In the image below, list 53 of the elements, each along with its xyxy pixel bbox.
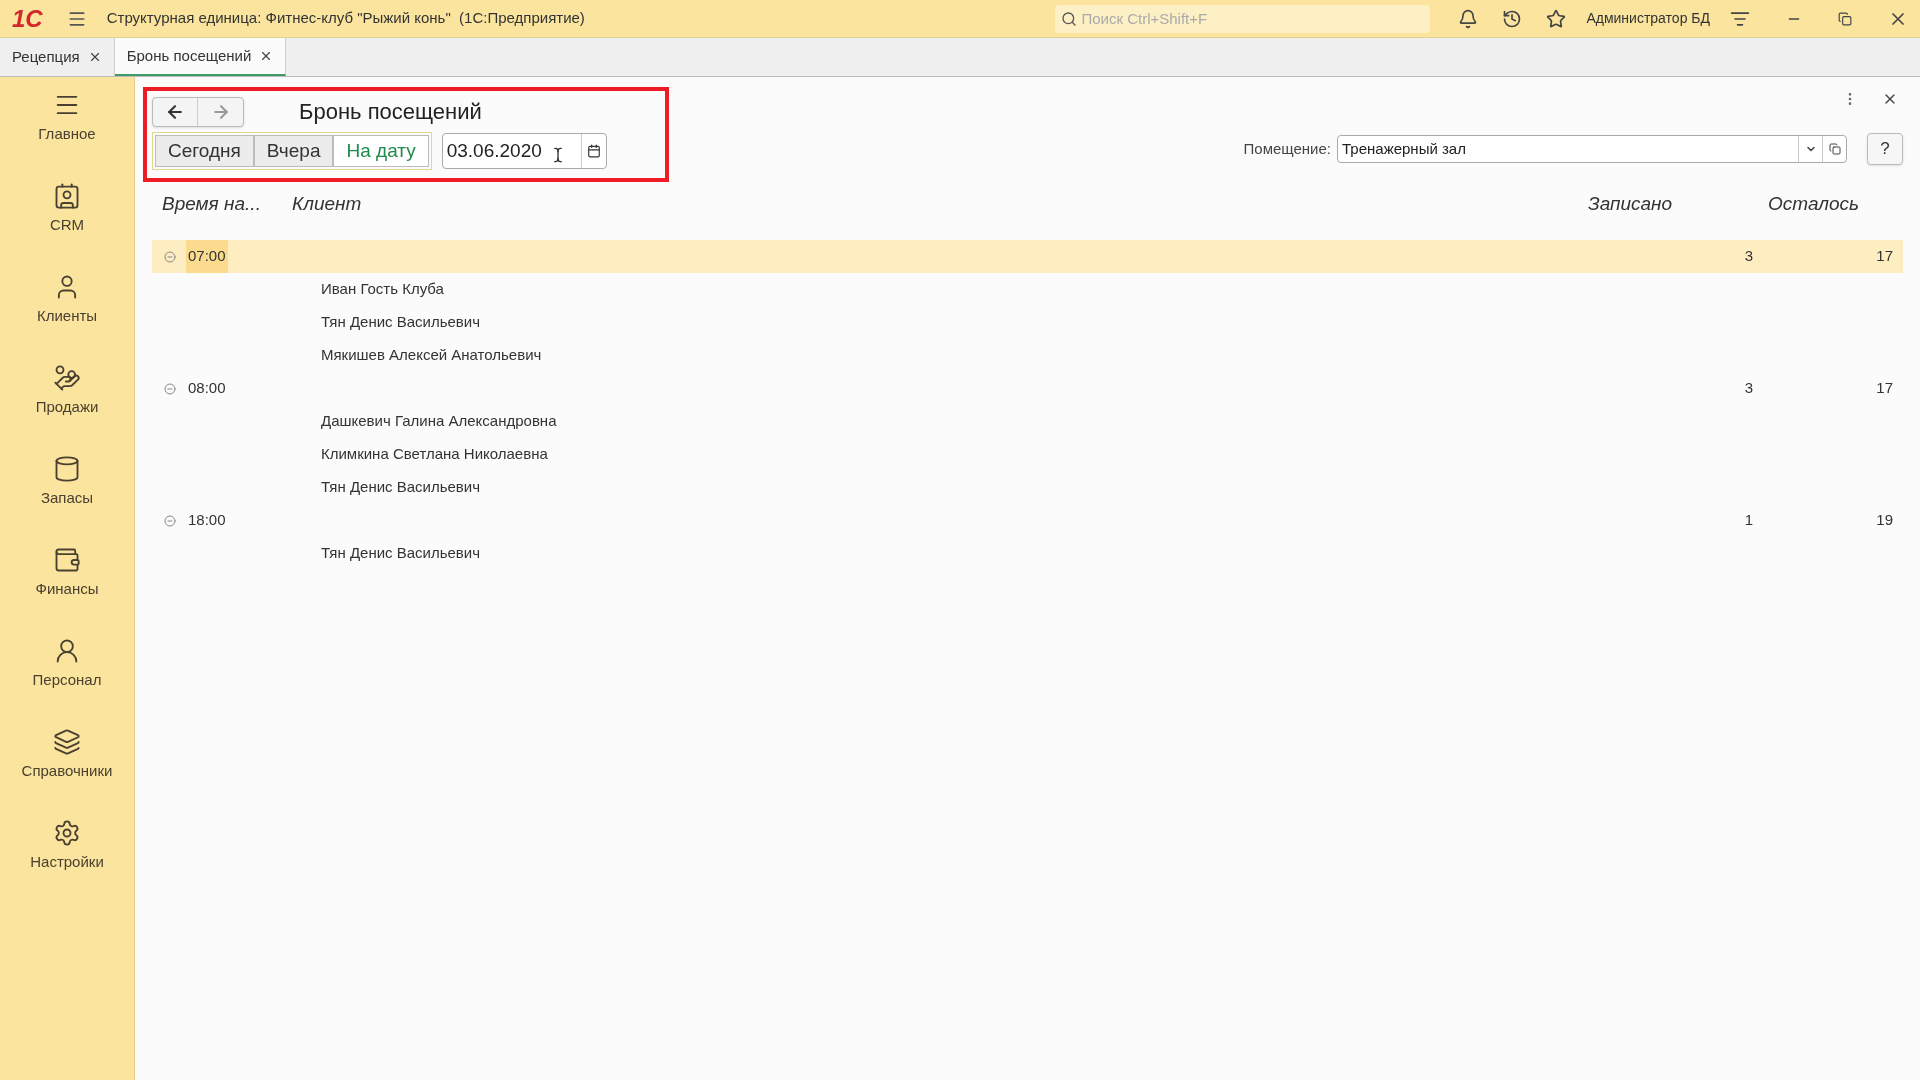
booked-cell-text: 3 xyxy=(1743,246,1753,267)
time-cell-text: 08:00 xyxy=(187,378,227,399)
column-header[interactable]: Осталось xyxy=(1768,189,1903,219)
period-button[interactable]: На дату xyxy=(333,135,429,167)
client-cell-text: Тян Денис Васильевич xyxy=(321,312,481,333)
star-icon[interactable] xyxy=(1546,8,1567,29)
column-header[interactable]: Клиент xyxy=(292,189,1588,219)
period-button[interactable]: Вчера xyxy=(253,135,334,167)
sidebar-item[interactable]: Настройки xyxy=(30,851,104,874)
sidebar-item[interactable]: CRM xyxy=(49,214,85,237)
restore-icon[interactable] xyxy=(1838,11,1852,26)
sidebar-item[interactable]: Справочники xyxy=(21,760,113,783)
time-cell-text: 18:00 xyxy=(187,510,227,531)
tab[interactable]: Бронь посещений xyxy=(114,38,287,76)
tab[interactable]: Рецепция xyxy=(0,38,115,76)
sidebar-item[interactable]: Запасы xyxy=(40,487,94,510)
left-cell-text: 19 xyxy=(1875,510,1894,531)
settings-icon[interactable] xyxy=(53,819,81,847)
period-button[interactable]: Сегодня xyxy=(155,135,254,167)
booked-cell-text: 1 xyxy=(1743,510,1753,531)
booked-cell-text: 3 xyxy=(1743,378,1753,399)
sidebar-item[interactable]: Клиенты xyxy=(36,305,98,328)
client-cell-text: Тян Денис Васильевич xyxy=(321,477,481,498)
wallet-icon[interactable] xyxy=(53,546,81,574)
column-header[interactable]: Время на... xyxy=(162,189,292,219)
sidebar-item[interactable]: Персонал xyxy=(32,669,102,692)
form-title: Бронь посещений xyxy=(299,98,482,126)
column-header[interactable]: Записано xyxy=(1588,189,1768,219)
app-logo: 1С xyxy=(12,6,43,31)
client-cell-text: Климкина Светлана Николаевна xyxy=(321,444,548,465)
group-row[interactable]: 07:00 3 17 xyxy=(152,240,1903,273)
help-button[interactable]: ? xyxy=(1867,133,1903,165)
search-field[interactable]: Поиск Ctrl+Shift+F xyxy=(1055,4,1431,33)
group-row[interactable]: 08:00 3 17 xyxy=(152,372,1903,405)
room-label: Помещение: xyxy=(1243,138,1331,159)
group-row[interactable]: 18:00 1 19 xyxy=(152,504,1903,537)
client-cell-text: Мякишев Алексей Анатольевич xyxy=(321,345,542,366)
left-cell-text: 17 xyxy=(1875,246,1894,267)
window-title: Структурная единица: Фитнес-клуб "Рыжий конь" (1С:Предприятие) xyxy=(106,8,585,29)
contact-card-icon[interactable] xyxy=(53,182,81,210)
stack-icon[interactable] xyxy=(53,728,81,756)
search-icon xyxy=(1061,10,1078,27)
left-cell-text: 17 xyxy=(1875,378,1894,399)
client-cell-text: Дашкевич Галина Александровна xyxy=(321,411,557,432)
user-name[interactable]: Администратор БД xyxy=(1586,8,1710,29)
client-cell-text: Иван Гость Клуба xyxy=(321,279,444,300)
sidebar-item[interactable]: Главное xyxy=(38,123,96,146)
sidebar-item[interactable]: Финансы xyxy=(35,578,99,601)
bell-icon[interactable] xyxy=(1458,8,1479,29)
client-cell-text: Тян Денис Васильевич xyxy=(321,543,481,564)
time-cell: 07:00 xyxy=(186,240,228,273)
sidebar-item[interactable]: Продажи xyxy=(35,396,99,419)
history-icon[interactable] xyxy=(1502,8,1523,29)
